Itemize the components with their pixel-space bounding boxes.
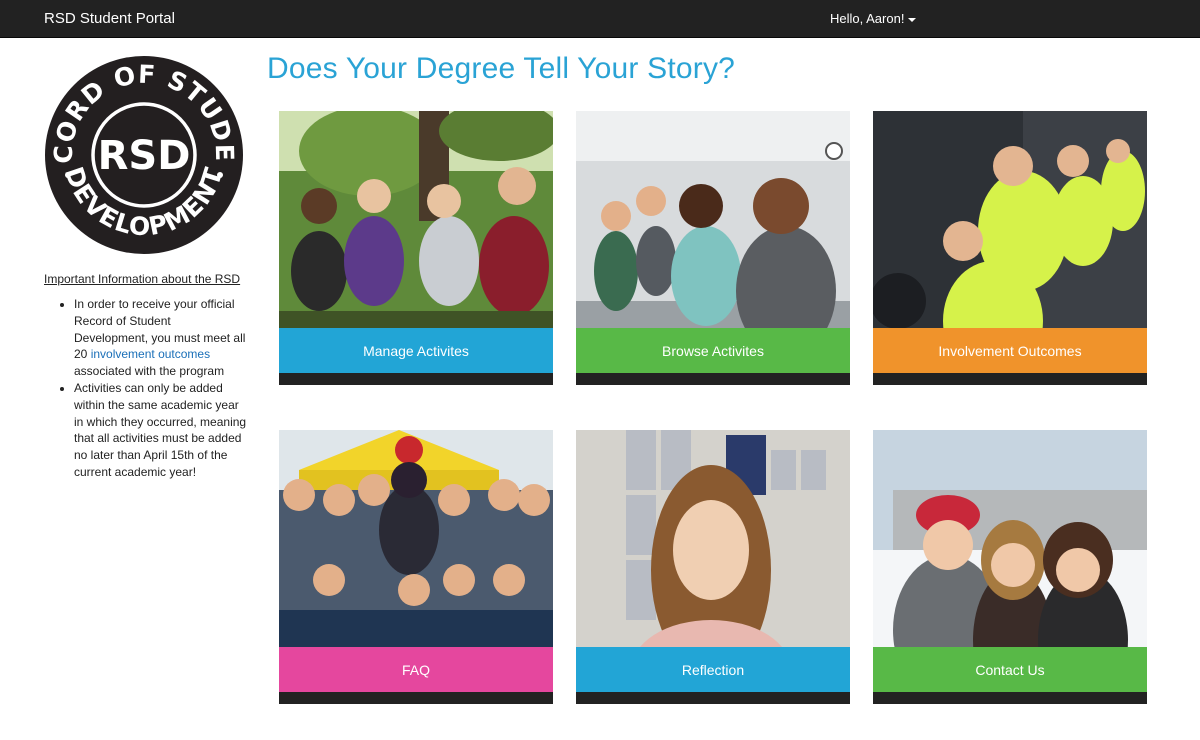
involvement-outcomes-band: Involvement Outcomes — [873, 328, 1147, 373]
faq-tile[interactable]: FAQ — [279, 430, 553, 704]
contact-us-label: Contact Us — [975, 661, 1045, 678]
logo-dot-left — [65, 172, 71, 178]
brand-link[interactable]: RSD Student Portal — [44, 10, 175, 27]
tile-shadow-strip — [873, 692, 1147, 704]
browse-activities-tile[interactable]: Browse Activites — [576, 111, 850, 385]
logo-dot-right — [217, 172, 223, 178]
user-greeting: Hello, Aaron! — [830, 11, 905, 26]
browse-activities-label: Browse Activites — [662, 342, 764, 359]
manage-activities-tile[interactable]: Manage Activites — [279, 111, 553, 385]
tile-shadow-strip — [576, 692, 850, 704]
tile-shadow-strip — [873, 373, 1147, 385]
contact-us-band: Contact Us — [873, 647, 1147, 692]
info-item-requirements: In order to receive your official Record… — [74, 296, 248, 380]
user-menu-dropdown[interactable]: Hello, Aaron! — [830, 11, 917, 26]
page-title: Does Your Degree Tell Your Story? — [267, 52, 736, 85]
top-navbar: RSD Student Portal Hello, Aaron! — [0, 0, 1200, 38]
info-item-deadline: Activities can only be added within the … — [74, 380, 248, 481]
involvement-outcomes-tile[interactable]: Involvement Outcomes — [873, 111, 1147, 385]
reflection-label: Reflection — [681, 661, 745, 678]
tile-shadow-strip — [279, 373, 553, 385]
info-list: In order to receive your official Record… — [58, 296, 248, 481]
manage-activities-band: Manage Activites — [279, 328, 553, 373]
caret-down-icon — [908, 17, 917, 22]
info-item1-after: associated with the program — [74, 364, 225, 379]
info-heading: Important Information about the RSD — [44, 272, 241, 286]
rsd-logo: RECORD OF STUDENT DEVELOPMENT RSD — [44, 55, 243, 254]
contact-us-tile[interactable]: Contact Us — [873, 430, 1147, 704]
involvement-outcomes-label: Involvement Outcomes — [938, 342, 1082, 359]
reflection-band: Reflection — [576, 647, 850, 692]
tile-shadow-strip — [279, 692, 553, 704]
tile-shadow-strip — [576, 373, 850, 385]
browse-activities-band: Browse Activites — [576, 328, 850, 373]
involvement-outcomes-link[interactable]: involvement outcomes — [91, 347, 210, 361]
faq-label: FAQ — [401, 661, 430, 678]
logo-center-text: RSD — [98, 133, 191, 179]
manage-activities-label: Manage Activites — [363, 342, 469, 359]
reflection-tile[interactable]: Reflection — [576, 430, 850, 704]
faq-band: FAQ — [279, 647, 553, 692]
